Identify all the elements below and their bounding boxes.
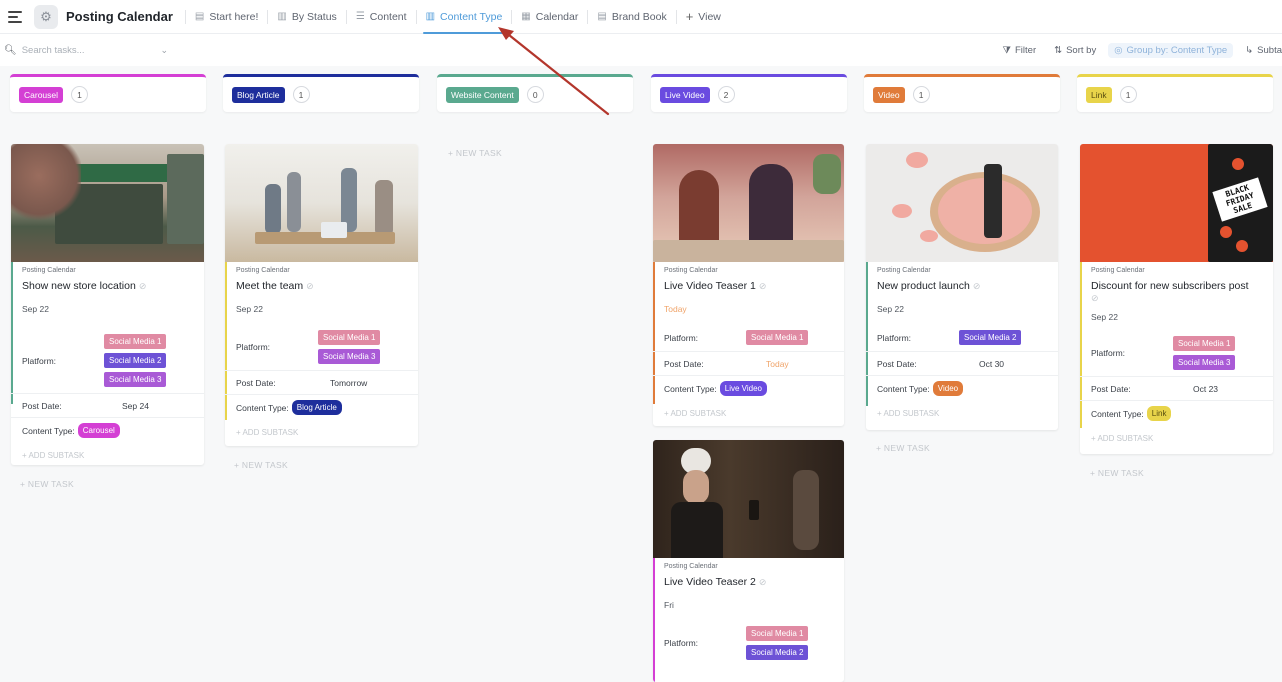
annotation-arrow	[498, 27, 610, 116]
